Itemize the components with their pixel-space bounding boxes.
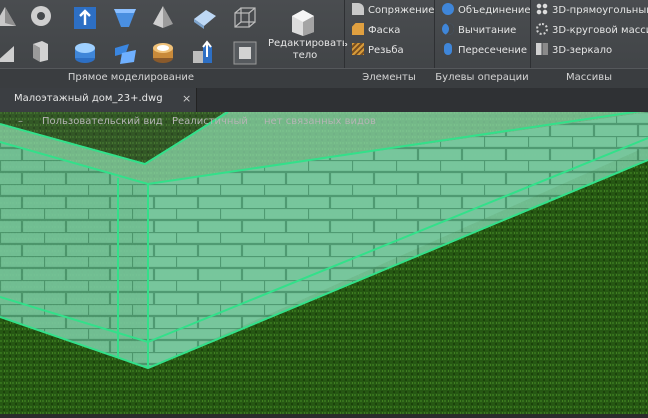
- chamfer-icon: [352, 23, 364, 35]
- ribbon: Редактировать тело Сопряжение Фаска Резь…: [0, 0, 648, 89]
- box-icon[interactable]: [192, 4, 218, 30]
- pyramid-icon[interactable]: [150, 4, 176, 30]
- mirror-3d-icon: [536, 43, 548, 55]
- panel-elements[interactable]: Элементы: [344, 70, 434, 86]
- wireframe-cube-icon[interactable]: [232, 5, 258, 31]
- union-button[interactable]: Объединение: [442, 2, 531, 20]
- solid-profile-icon[interactable]: [28, 38, 54, 64]
- intersect-button[interactable]: Пересечение: [442, 42, 527, 60]
- panel-boolean[interactable]: Булевы операции: [434, 70, 530, 86]
- panel-arrays[interactable]: Массивы: [530, 70, 648, 86]
- shell-icon[interactable]: [150, 40, 176, 66]
- union-icon: [442, 3, 454, 15]
- intersect-icon: [444, 43, 452, 55]
- cone-icon[interactable]: [0, 4, 18, 30]
- document-tab-title: Малоэтажный дом_23+.dwg: [14, 93, 163, 104]
- rect-array-button[interactable]: 3D-прямоугольный: [536, 2, 648, 20]
- push-pull-icon[interactable]: [190, 40, 216, 66]
- subtract-button[interactable]: Вычитание: [442, 22, 516, 40]
- named-views-selector[interactable]: нет связанных видов: [264, 112, 376, 132]
- close-icon[interactable]: ×: [182, 92, 191, 105]
- slice-icon[interactable]: [112, 40, 138, 66]
- drawing-viewport[interactable]: [0, 109, 648, 414]
- cylinder-icon[interactable]: [72, 40, 98, 66]
- thread-button[interactable]: Резьба: [352, 42, 404, 60]
- fillet-button[interactable]: Сопряжение: [352, 2, 434, 20]
- view-selector[interactable]: Пользовательский вид: [42, 112, 163, 132]
- subtract-icon: [442, 23, 454, 35]
- visual-style-selector[interactable]: Реалистичный: [172, 112, 248, 132]
- wedge-icon[interactable]: [0, 40, 18, 66]
- extrude-icon[interactable]: [72, 5, 98, 31]
- fillet-icon: [352, 3, 364, 15]
- thicken-icon[interactable]: [232, 40, 258, 66]
- document-tab[interactable]: Малоэтажный дом_23+.dwg ×: [0, 88, 197, 112]
- edit-solid-button[interactable]: Редактировать тело: [268, 38, 348, 64]
- scene-render: [0, 109, 648, 414]
- loft-icon[interactable]: [112, 5, 138, 31]
- mirror-3d-button[interactable]: 3D-зеркало: [536, 42, 612, 60]
- panel-direct-modeling[interactable]: Прямое моделирование: [0, 70, 262, 86]
- edit-solid-icon[interactable]: [288, 6, 318, 38]
- polar-array-icon: [536, 23, 548, 35]
- viewport-controls: – Пользовательский вид Реалистичный нет …: [0, 112, 648, 132]
- torus-icon[interactable]: [28, 3, 54, 29]
- chamfer-button[interactable]: Фаска: [352, 22, 400, 40]
- polar-array-button[interactable]: 3D-круговой массив: [536, 22, 648, 40]
- thread-icon: [352, 43, 364, 55]
- viewport-menu-button[interactable]: –: [18, 112, 23, 132]
- rect-array-icon: [536, 3, 548, 15]
